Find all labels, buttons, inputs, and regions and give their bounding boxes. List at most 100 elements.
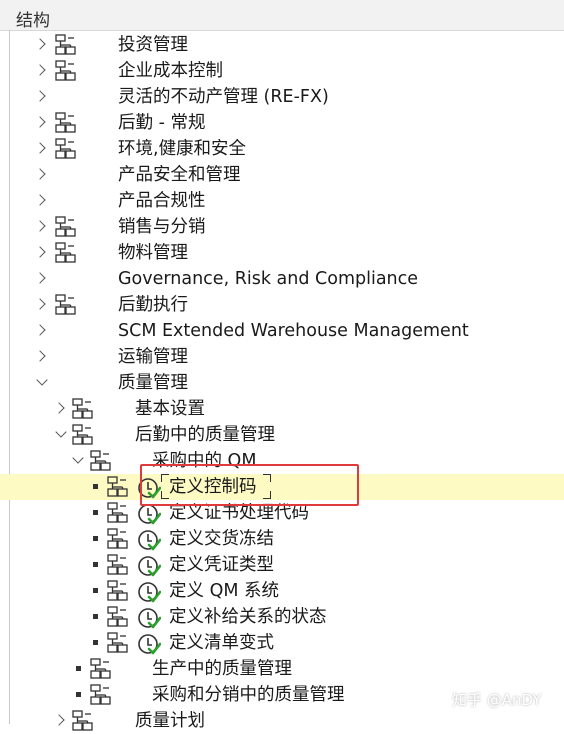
structure-header: 结构 [0,0,564,31]
structure-node-icon [90,684,112,706]
tree-node-ehs[interactable]: 环境,健康和安全 [0,136,564,162]
structure-node-icon [72,710,94,732]
chevron-down-icon[interactable] [72,452,84,464]
node-label: 质量计划 [135,711,205,731]
node-label: 环境,健康和安全 [118,139,247,159]
chevron-right-icon[interactable] [34,220,46,232]
structure-node-icon [107,476,129,498]
node-label: 后勤 - 常规 [118,113,206,133]
tree-node-qm-basic[interactable]: 基本设置 [0,396,564,422]
tree-node-enterprise-cost[interactable]: 企业成本控制 [0,58,564,84]
structure-node-icon [107,580,129,602]
node-label: 后勤执行 [118,295,188,315]
tree-node-logistics-general[interactable]: 后勤 - 常规 [0,110,564,136]
leaf-bullet-icon [93,640,98,645]
leaf-bullet-icon [93,536,98,541]
chevron-right-icon[interactable] [53,402,65,414]
structure-node-icon [72,398,94,420]
structure-node-icon [72,424,94,446]
structure-node-icon [55,294,77,316]
tree-node-qm-production[interactable]: 生产中的质量管理 [0,656,564,682]
tree-node-logistics-exec[interactable]: 后勤执行 [0,292,564,318]
node-label: 物料管理 [118,243,188,263]
chevron-right-icon[interactable] [34,168,46,180]
chevron-down-icon[interactable] [36,374,48,386]
chevron-right-icon[interactable] [34,298,46,310]
tree-node-materials[interactable]: 物料管理 [0,240,564,266]
chevron-right-icon[interactable] [34,324,46,336]
tree-node-transport[interactable]: 运输管理 [0,344,564,370]
execute-activity-icon[interactable] [137,554,161,578]
tree-node-product-compliance[interactable]: 产品合规性 [0,188,564,214]
tree-node-re-fx[interactable]: 灵活的不动产管理 (RE-FX) [0,84,564,110]
chevron-right-icon[interactable] [34,272,46,284]
node-label: 生产中的质量管理 [152,659,292,679]
node-label: 定义交货冻结 [169,529,274,549]
tree-node-grc[interactable]: Governance, Risk and Compliance [0,266,564,292]
node-label: 定义凭证类型 [169,555,274,575]
tree-node-define-voucher-types[interactable]: 定义凭证类型 [0,552,564,578]
structure-node-icon [55,34,77,56]
node-label: 灵活的不动产管理 (RE-FX) [118,87,329,107]
tree-node-ewm[interactable]: SCM Extended Warehouse Management [0,318,564,344]
node-label: 产品合规性 [118,191,206,211]
leaf-bullet-icon [93,588,98,593]
tree-node-quality-planning[interactable]: 质量计划 [0,708,564,734]
node-label: 定义补给关系的状态 [169,607,327,627]
chevron-right-icon[interactable] [34,38,46,50]
structure-node-icon [107,528,129,550]
tree-node-qm[interactable]: 质量管理 [0,370,564,396]
execute-activity-icon[interactable] [137,528,161,552]
node-label: 采购和分销中的质量管理 [152,685,345,705]
chevron-right-icon[interactable] [34,194,46,206]
leaf-bullet-icon [93,614,98,619]
node-label: 后勤中的质量管理 [135,425,275,445]
structure-node-icon [55,216,77,238]
node-label: 定义 QM 系统 [169,581,279,601]
chevron-right-icon[interactable] [34,90,46,102]
chevron-right-icon[interactable] [34,116,46,128]
tree-node-qm-logistics[interactable]: 后勤中的质量管理 [0,422,564,448]
tree-node-product-safety[interactable]: 产品安全和管理 [0,162,564,188]
node-label: 定义清单变式 [169,633,274,653]
node-label: 销售与分销 [118,217,206,237]
leaf-bullet-icon [76,666,81,671]
tree-node-sales[interactable]: 销售与分销 [0,214,564,240]
node-label: SCM Extended Warehouse Management [118,321,469,341]
structure-node-icon [55,242,77,264]
execute-activity-icon[interactable] [137,580,161,604]
node-label: 运输管理 [118,347,188,367]
tree-node-define-delivery-block[interactable]: 定义交货冻结 [0,526,564,552]
node-label: 质量管理 [118,373,188,393]
watermark-text: 知乎 @AnDY [452,691,542,709]
structure-node-icon [55,138,77,160]
chevron-down-icon[interactable] [55,426,67,438]
chevron-right-icon[interactable] [34,350,46,362]
tree-node-invest[interactable]: 投资管理 [0,32,564,58]
leaf-bullet-icon [93,510,98,515]
structure-node-icon [107,554,129,576]
leaf-bullet-icon [93,484,98,489]
chevron-right-icon[interactable] [34,64,46,76]
tree-node-define-list-variants[interactable]: 定义清单变式 [0,630,564,656]
structure-node-icon [55,60,77,82]
execute-activity-icon[interactable] [137,606,161,630]
structure-node-icon [107,606,129,628]
node-label: Governance, Risk and Compliance [118,269,419,289]
chevron-right-icon[interactable] [34,142,46,154]
leaf-bullet-icon [76,692,81,697]
node-label: 产品安全和管理 [118,165,241,185]
structure-node-icon [107,502,129,524]
leaf-bullet-icon [93,562,98,567]
node-label: 基本设置 [135,399,205,419]
node-label: 企业成本控制 [118,61,223,81]
structure-node-icon [90,658,112,680]
highlight-annotation-box [140,464,359,506]
execute-activity-icon[interactable] [137,632,161,656]
structure-node-icon [107,632,129,654]
tree-node-define-qm-systems[interactable]: 定义 QM 系统 [0,578,564,604]
chevron-right-icon[interactable] [34,246,46,258]
structure-node-icon [90,450,112,472]
node-label: 投资管理 [118,35,188,55]
tree-node-define-supply-status[interactable]: 定义补给关系的状态 [0,604,564,630]
